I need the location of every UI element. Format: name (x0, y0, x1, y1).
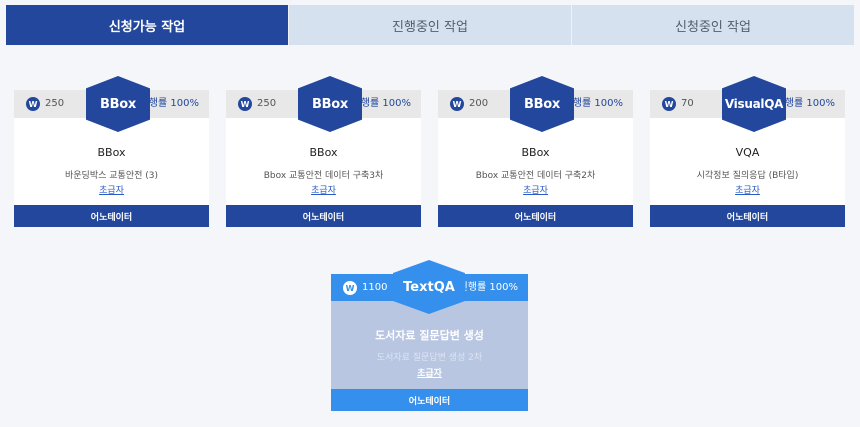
card-description: 도서자료 질문답변 생성 2차 (376, 353, 483, 363)
level-link[interactable]: 초급자 (650, 183, 845, 196)
task-card-4[interactable]: W 70 진행률 100% VisualQA VQA 시각정보 질의응답 (B타… (650, 76, 845, 227)
coin-icon: W (662, 97, 676, 111)
coin-icon: W (238, 97, 252, 111)
card-description: 시각정보 질의응답 (B타입) (696, 171, 799, 181)
card-title: BBox (309, 146, 338, 159)
coin-icon: W (26, 97, 40, 111)
level-link[interactable]: 초급자 (331, 366, 528, 379)
annotator-button[interactable]: 어노테이터 (226, 205, 421, 227)
points-value: 1100 (362, 282, 388, 293)
points-value: 250 (257, 98, 277, 109)
tab-applied-tasks[interactable]: 신청중인 작업 (572, 5, 854, 45)
card-description: Bbox 교통안전 데이터 구축2차 (475, 171, 596, 181)
task-type-badge: BBox (510, 76, 574, 132)
annotator-button[interactable]: 어노테이터 (650, 205, 845, 227)
progress-label: 진행률 100% (458, 282, 518, 293)
points-value: 200 (469, 98, 489, 109)
level-link[interactable]: 초급자 (226, 183, 421, 196)
annotator-button[interactable]: 어노테이터 (438, 205, 633, 227)
featured-task-card[interactable]: W 1100 진행률 100% TextQA 도서자료 질문답변 생성 도서자료… (331, 260, 528, 411)
task-type-badge: TextQA (393, 260, 465, 314)
task-type-badge: BBox (298, 76, 362, 132)
task-tabs: 신청가능 작업 진행중인 작업 신청중인 작업 (6, 5, 854, 45)
annotator-button[interactable]: 어노테이터 (331, 389, 528, 411)
card-title: VQA (735, 146, 760, 159)
annotator-button[interactable]: 어노테이터 (14, 205, 209, 227)
level-link[interactable]: 초급자 (14, 183, 209, 196)
task-type-badge: VisualQA (722, 76, 786, 132)
points-value: 70 (681, 98, 694, 109)
card-description: Bbox 교통안전 데이터 구축3차 (263, 171, 384, 181)
card-title: BBox (97, 146, 126, 159)
coin-icon: W (450, 97, 464, 111)
level-link[interactable]: 초급자 (438, 183, 633, 196)
card-description: 바운딩박스 교통안전 (3) (65, 171, 158, 181)
task-type-badge: BBox (86, 76, 150, 132)
task-card-2[interactable]: W 250 진행률 100% BBox BBox Bbox 교통안전 데이터 구… (226, 76, 421, 227)
points-value: 250 (45, 98, 65, 109)
tab-available-tasks[interactable]: 신청가능 작업 (6, 5, 289, 45)
card-title: 도서자료 질문답변 생성 (375, 329, 484, 342)
card-title: BBox (521, 146, 550, 159)
task-card-3[interactable]: W 200 진행률 100% BBox BBox Bbox 교통안전 데이터 구… (438, 76, 633, 227)
task-card-1[interactable]: W 250 진행률 100% BBox BBox 바운딩박스 교통안전 (3) … (14, 76, 209, 227)
tab-in-progress-tasks[interactable]: 진행중인 작업 (289, 5, 572, 45)
coin-icon: W (343, 281, 357, 295)
